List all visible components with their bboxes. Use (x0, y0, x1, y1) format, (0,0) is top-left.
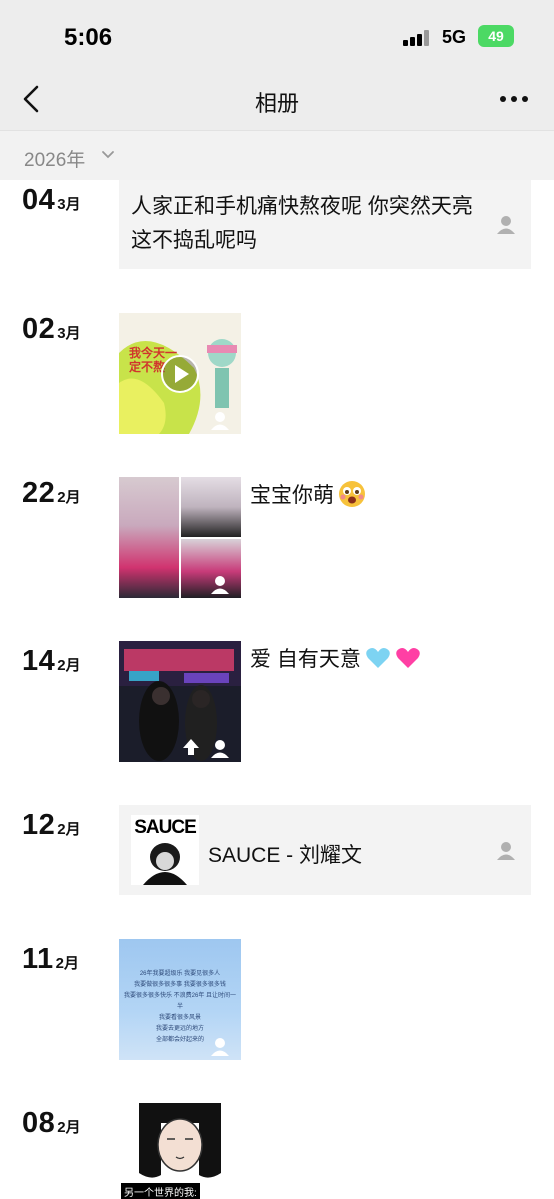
pink-heart-emoji (396, 648, 420, 668)
year-label: 2026年 (24, 150, 86, 171)
year-selector[interactable]: 2026年 (0, 130, 554, 180)
more-icon[interactable] (498, 84, 530, 114)
photo-thumbnail[interactable] (181, 477, 241, 537)
network-label: 5G (442, 27, 467, 47)
post-caption: 宝宝你萌 (250, 479, 366, 509)
entry-date: 11 2月 (22, 943, 80, 975)
music-share-card[interactable]: SAUCE SAUCE - 刘耀文 (119, 805, 531, 895)
play-icon[interactable] (160, 354, 200, 394)
photo-caption-overlay: 另一个世界的我: (121, 1183, 200, 1199)
entry-date: 22 2月 (22, 477, 81, 509)
photo-thumbnail[interactable] (119, 477, 179, 598)
music-cover: SAUCE (131, 815, 199, 885)
entry-date: 04 3月 (22, 184, 81, 216)
video-thumbnail[interactable]: 我今天一定不熬 (119, 313, 241, 434)
person-icon (211, 740, 229, 758)
surprised-face-emoji (339, 481, 365, 507)
page-title: 相册 (254, 91, 299, 116)
photo-text-lines: 26年我要超级乐 我要见很多人 我要做很多很多事 我要很多很多钱 我要很多很多快… (123, 971, 236, 1043)
music-cover-art (143, 843, 187, 885)
moment-entry[interactable]: 02 3月 我今天一定不熬 (0, 313, 554, 438)
moment-entry[interactable]: 12 2月 SAUCE SAUCE - 刘耀文 (0, 805, 554, 900)
moment-entry[interactable]: 11 2月 26年我要超级乐 我要见很多人 我要做很多很多事 我要很多很多钱 我要… (0, 939, 554, 1064)
photo-thumbnail[interactable] (119, 641, 241, 762)
person-icon (211, 412, 229, 430)
entry-date: 14 2月 (22, 645, 81, 677)
photo-thumbnail[interactable] (181, 539, 241, 598)
status-bar: 5:06 5G 49 (0, 0, 554, 72)
entry-date: 08 2月 (22, 1107, 81, 1139)
music-title: SAUCE - 刘耀文 (208, 844, 363, 867)
battery-icon: 49 (478, 25, 514, 47)
chevron-down-icon (102, 151, 114, 159)
person-icon (497, 842, 515, 860)
photo-thumbnail[interactable]: 26年我要超级乐 我要见很多人 我要做很多很多事 我要很多很多钱 我要很多很多快… (119, 939, 241, 1060)
person-icon (211, 576, 229, 594)
entry-date: 02 3月 (22, 313, 81, 345)
entry-date: 12 2月 (22, 809, 81, 841)
status-time: 5:06 (64, 24, 113, 51)
person-icon (211, 1038, 229, 1056)
moment-entry[interactable]: 04 3月 人家正和手机痛快熬夜呢 你突然天亮这不捣乱呢吗 (0, 180, 554, 280)
post-text: 人家正和手机痛快熬夜呢 你突然天亮这不捣乱呢吗 (131, 195, 473, 252)
moment-entry[interactable]: 08 2月 另一个世界的我: (0, 1103, 554, 1199)
moment-entry[interactable]: 22 2月 宝宝你萌 (0, 477, 554, 602)
person-icon (497, 216, 515, 234)
photo-thumbnail[interactable]: 另一个世界的我: (119, 1103, 241, 1199)
music-cover-text: SAUCE (134, 817, 197, 838)
nav-bar: 相册 (0, 72, 554, 130)
signal-icon (403, 30, 433, 46)
moment-entry[interactable]: 14 2月 爱 自有天意 (0, 641, 554, 766)
light-blue-heart-emoji (366, 648, 390, 668)
post-caption: 爱 自有天意 (250, 643, 421, 673)
text-post-card[interactable]: 人家正和手机痛快熬夜呢 你突然天亮这不捣乱呢吗 (119, 180, 531, 269)
upload-icon (183, 739, 199, 755)
